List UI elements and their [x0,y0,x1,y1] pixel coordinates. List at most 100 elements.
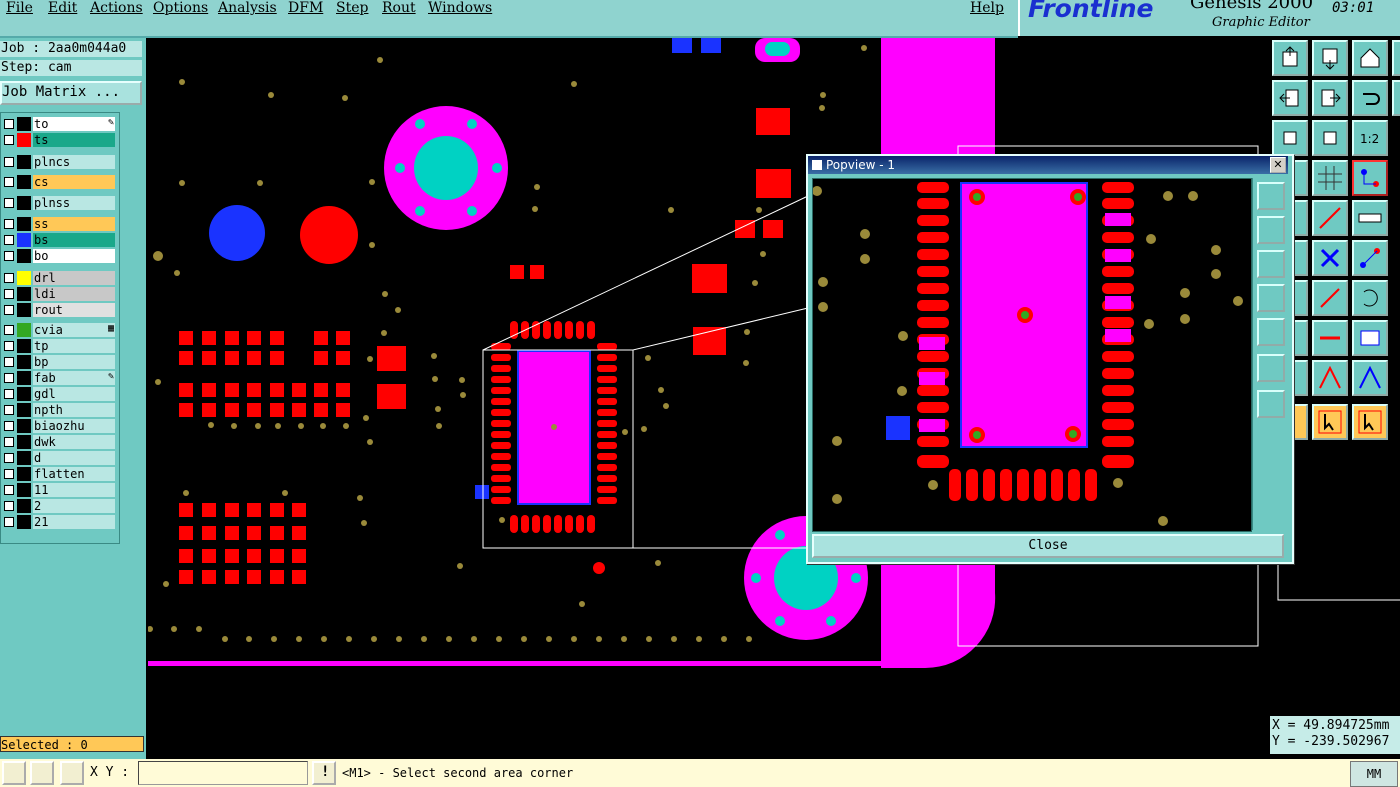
layer-row[interactable]: plnss [1,196,117,210]
popview-zoom-up-icon[interactable] [1257,216,1285,244]
layer-checkbox[interactable] [4,341,14,351]
angle-icon[interactable] [30,761,54,785]
layer-color-swatch[interactable] [17,175,31,189]
layer-row[interactable]: bs [1,233,117,247]
layer-name[interactable]: gdl [33,387,115,401]
menu-dfm[interactable]: DFM [288,0,323,16]
popview-titlebar[interactable]: Popview - 1 ✕ [808,156,1288,174]
layer-color-swatch[interactable] [17,355,31,369]
layer-row[interactable]: bo [1,249,117,263]
layer-row[interactable]: flatten [1,467,117,481]
layer-name[interactable]: bs [33,233,115,247]
diagonal-icon[interactable] [1312,280,1348,316]
layer-name[interactable]: 2 [33,499,115,513]
layer-checkbox[interactable] [4,357,14,367]
connect-icon[interactable] [1352,240,1388,276]
popview-close-button[interactable]: Close [812,534,1284,558]
menu-edit[interactable]: Edit [48,0,77,16]
layer-name[interactable]: cs [33,175,115,189]
layer-checkbox[interactable] [4,453,14,463]
layer-color-swatch[interactable] [17,196,31,210]
layer-row[interactable]: rout [1,303,117,317]
layer-name[interactable]: drl [33,271,115,285]
layer-name[interactable]: d [33,451,115,465]
layer-name[interactable]: fab [33,371,115,385]
layer-checkbox[interactable] [4,405,14,415]
layer-row[interactable]: to ✎ [1,117,117,131]
menu-windows[interactable]: Windows [428,0,492,16]
layer-checkbox[interactable] [4,251,14,261]
layer-name[interactable]: tp [33,339,115,353]
menu-help[interactable]: Help [970,0,1004,16]
menu-options[interactable]: Options [153,0,208,16]
layer-name[interactable]: plncs [33,155,115,169]
layer-checkbox[interactable] [4,273,14,283]
layer-color-swatch[interactable] [17,435,31,449]
scale-1-2-icon[interactable]: 1:2 [1352,120,1388,156]
grid-snap-icon[interactable] [60,761,84,785]
cross-icon[interactable] [1312,240,1348,276]
layer-name[interactable]: biaozhu [33,419,115,433]
layer-color-swatch[interactable] [17,271,31,285]
popview-pan-right-icon[interactable] [1257,318,1285,346]
layer-name[interactable]: to [33,117,115,131]
layer-row[interactable]: npth [1,403,117,417]
layer-checkbox[interactable] [4,373,14,383]
layer-checkbox[interactable] [4,437,14,447]
popview-zoom-out-icon[interactable] [1257,390,1285,418]
layer-name[interactable]: dwk [33,435,115,449]
layer-row[interactable]: 11 [1,483,117,497]
layer-name[interactable]: bo [33,249,115,263]
layer-row[interactable]: gdl [1,387,117,401]
pointer-alt-icon[interactable] [1352,404,1388,440]
layer-color-swatch[interactable] [17,339,31,353]
xy-input[interactable] [138,761,308,785]
layer-color-swatch[interactable] [17,249,31,263]
layer-row[interactable]: dwk [1,435,117,449]
layer-checkbox[interactable] [4,517,14,527]
units-button[interactable]: MM [1350,761,1398,787]
layer-color-swatch[interactable] [17,303,31,317]
job-matrix-button[interactable]: Job Matrix ... [0,81,142,105]
menu-step[interactable]: Step [336,0,368,16]
menu-file[interactable]: File [6,0,33,16]
layer-row[interactable]: ldi [1,287,117,301]
layer-row[interactable]: tp [1,339,117,353]
layer-row[interactable]: ss [1,217,117,231]
layer-row[interactable]: 2 [1,499,117,513]
menu-rout[interactable]: Rout [382,0,416,16]
layer-name[interactable]: ldi [33,287,115,301]
layer-checkbox[interactable] [4,325,14,335]
zoom-down-icon[interactable] [1312,40,1348,76]
move-up-icon[interactable] [1312,360,1348,396]
grid-icon[interactable] [1312,160,1348,196]
menu-analysis[interactable]: Analysis [218,0,277,16]
layer-name[interactable]: rout [33,303,115,317]
layer-color-swatch[interactable] [17,217,31,231]
layer-name[interactable]: npth [33,403,115,417]
layer-checkbox[interactable] [4,157,14,167]
layer-color-swatch[interactable] [17,499,31,513]
layer-color-swatch[interactable] [17,387,31,401]
layer-row[interactable]: plncs [1,155,117,169]
toolbar-extra-1-icon[interactable] [1392,40,1400,76]
layer-color-swatch[interactable] [17,233,31,247]
flip-icon[interactable] [1352,320,1388,356]
menu-actions[interactable]: Actions [90,0,143,16]
layer-color-swatch[interactable] [17,287,31,301]
popview-pan-left-icon[interactable] [1257,284,1285,312]
layer-name[interactable]: ts [33,133,115,147]
layer-checkbox[interactable] [4,119,14,129]
toolbar-extra-2-icon[interactable] [1392,80,1400,116]
layer-row[interactable]: bp [1,355,117,369]
layer-color-swatch[interactable] [17,371,31,385]
ruler-icon[interactable] [1352,200,1388,236]
layer-color-swatch[interactable] [17,323,31,337]
layer-name[interactable]: flatten [33,467,115,481]
layer-checkbox[interactable] [4,198,14,208]
layer-checkbox[interactable] [4,177,14,187]
layer-name[interactable]: plnss [33,196,115,210]
layer-name[interactable]: bp [33,355,115,369]
layer-checkbox[interactable] [4,501,14,511]
layer-color-swatch[interactable] [17,117,31,131]
